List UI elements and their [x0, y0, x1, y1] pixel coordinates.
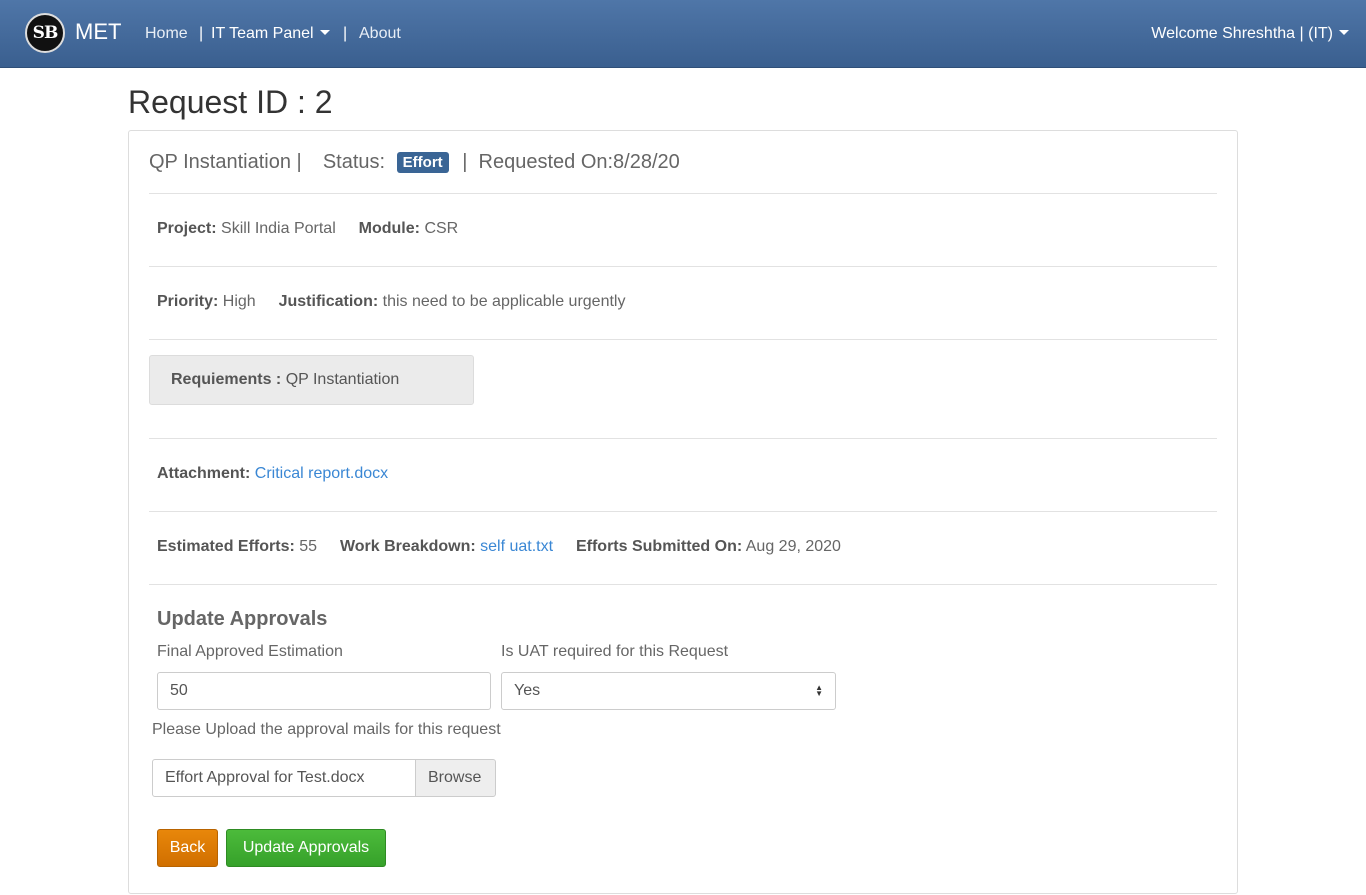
top-navbar: SB MET Home | IT Team Panel | About Welc…: [0, 0, 1366, 68]
nav-separator: |: [343, 25, 348, 42]
nav-separator: |: [199, 25, 204, 42]
work-breakdown-label: Work Breakdown:: [339, 538, 476, 555]
work-breakdown-link[interactable]: self uat.txt: [480, 538, 553, 555]
justification-value: this need to be applicable urgently: [382, 293, 626, 310]
caret-down-icon: [1339, 30, 1349, 35]
uat-label: Is UAT required for this Request: [501, 643, 729, 660]
update-approvals-heading: Update Approvals: [157, 608, 328, 630]
select-arrows-icon: ▲ ▼: [815, 683, 823, 698]
uat-selected-value: Yes: [514, 682, 541, 699]
status-label: Status:: [322, 151, 386, 174]
estimation-label: Final Approved Estimation: [157, 643, 343, 660]
user-menu-dropdown[interactable]: Welcome Shreshtha | (IT): [1151, 25, 1349, 43]
divider: [149, 339, 1217, 340]
file-name-display[interactable]: Effort Approval for Test.docx: [152, 759, 416, 797]
justification-label: Justification:: [278, 293, 379, 310]
project-module-row: Project: Skill India Portal Module: CSR: [157, 220, 458, 238]
request-card: QP Instantiation | Status: Effort | Requ…: [128, 130, 1238, 894]
priority-justification-row: Priority: High Justification: this need …: [157, 293, 625, 311]
status-badge: Effort: [396, 152, 449, 174]
user-welcome-label: Welcome Shreshtha | (IT): [1151, 25, 1333, 42]
approval-file-input[interactable]: Effort Approval for Test.docx Browse: [152, 759, 496, 797]
divider: [149, 584, 1217, 585]
upload-label: Please Upload the approval mails for thi…: [152, 721, 501, 738]
project-label: Project:: [157, 220, 217, 237]
uat-required-select[interactable]: Yes ▲ ▼: [501, 672, 836, 710]
divider: [149, 438, 1217, 439]
divider: [149, 511, 1217, 512]
module-label: Module:: [358, 220, 420, 237]
efforts-submitted-value: Aug 29, 2020: [745, 538, 841, 555]
attachment-row: Attachment: Critical report.docx: [157, 465, 388, 483]
request-name: QP Instantiation |: [149, 151, 302, 174]
sb-logo-icon[interactable]: SB: [25, 13, 65, 53]
attachment-link[interactable]: Critical report.docx: [255, 465, 388, 482]
efforts-submitted-label: Efforts Submitted On:: [575, 538, 743, 555]
back-button[interactable]: Back: [157, 829, 218, 867]
estimated-efforts-label: Estimated Efforts:: [157, 538, 295, 555]
divider: [149, 266, 1217, 267]
attachment-label: Attachment:: [157, 465, 251, 482]
brand-name[interactable]: MET: [75, 19, 121, 45]
requested-on: | Requested On:8/28/20: [462, 151, 680, 174]
request-header: QP Instantiation | Status: Effort | Requ…: [149, 151, 680, 174]
requirements-value: QP Instantiation: [285, 371, 400, 388]
update-approvals-button[interactable]: Update Approvals: [226, 829, 386, 867]
requirements-box: Requiements : QP Instantiation: [149, 355, 474, 405]
priority-value: High: [222, 293, 256, 310]
priority-label: Priority:: [157, 293, 219, 310]
requirements-label: Requiements :: [171, 371, 282, 388]
nav-home-link[interactable]: Home: [145, 25, 188, 43]
project-value: Skill India Portal: [221, 220, 336, 237]
page-title: Request ID : 2: [128, 84, 333, 120]
divider: [149, 193, 1217, 194]
estimated-efforts-value: 55: [299, 538, 318, 555]
nav-about-link[interactable]: About: [359, 25, 401, 43]
nav-it-team-panel-label: IT Team Panel: [211, 25, 314, 42]
caret-down-icon: [319, 30, 330, 35]
final-estimation-input[interactable]: 50: [157, 672, 491, 710]
efforts-row: Estimated Efforts: 55 Work Breakdown: se…: [157, 538, 841, 556]
nav-it-team-panel-dropdown[interactable]: IT Team Panel: [211, 25, 330, 43]
module-value: CSR: [424, 220, 459, 237]
browse-button[interactable]: Browse: [415, 759, 496, 797]
